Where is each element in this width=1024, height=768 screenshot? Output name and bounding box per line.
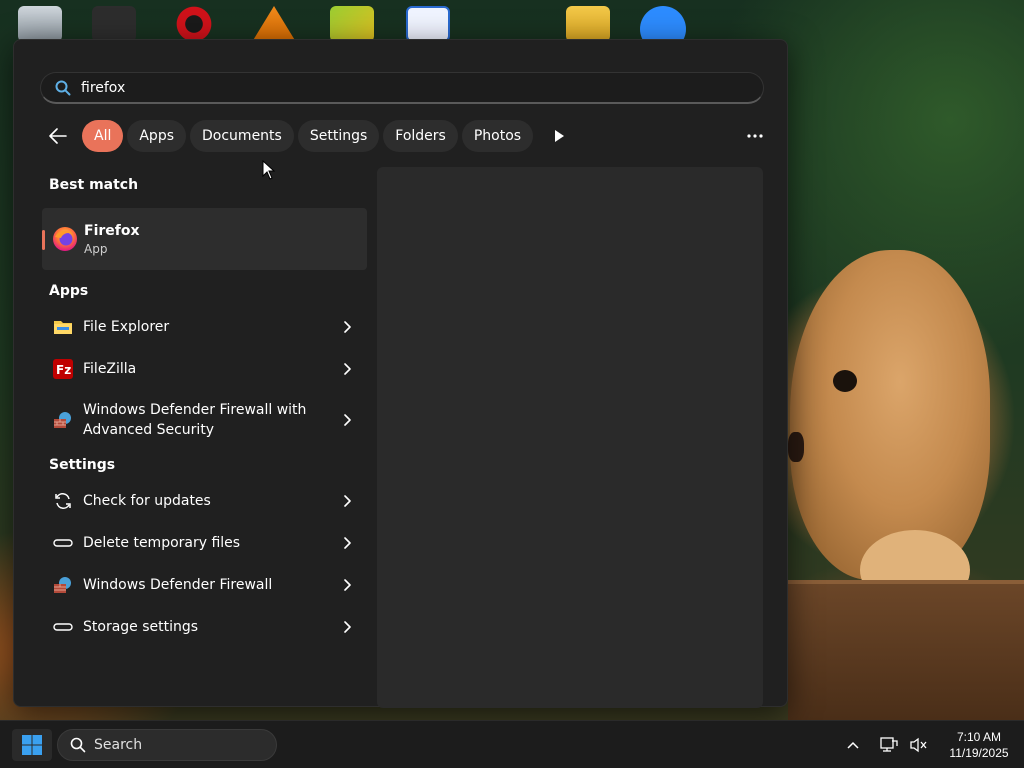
filter-chip-settings[interactable]: Settings xyxy=(297,120,380,152)
search-panel: All Apps Documents Settings Folders Phot… xyxy=(13,39,788,708)
wallpaper-crate xyxy=(788,580,1024,720)
result-label: Delete temporary files xyxy=(83,535,241,551)
recycle-bin-icon[interactable] xyxy=(18,6,62,42)
clock[interactable]: 7:10 AM 11/19/2025 xyxy=(934,729,1024,761)
mouse-cursor-icon xyxy=(262,159,276,184)
result-label: Windows Defender Firewall xyxy=(83,577,273,593)
taskbar-search-label: Search xyxy=(94,737,143,753)
search-icon xyxy=(70,737,86,753)
storage-icon xyxy=(52,616,74,638)
result-file-explorer[interactable]: File Explorer xyxy=(42,306,367,348)
best-match-name: Firefox xyxy=(84,222,140,239)
filter-chip-documents[interactable]: Documents xyxy=(190,120,294,152)
chevron-right-icon[interactable] xyxy=(335,537,359,549)
result-firewall-advanced[interactable]: Windows Defender Firewall with Advanced … xyxy=(42,390,367,450)
system-tray: 7:10 AM 11/19/2025 xyxy=(838,721,1024,768)
result-filezilla[interactable]: Fz FileZilla xyxy=(42,348,367,390)
apps-heading: Apps xyxy=(49,283,89,299)
folder-icon xyxy=(52,316,74,338)
wallpaper-dog-nose xyxy=(788,432,804,462)
chevron-right-icon[interactable] xyxy=(335,321,359,333)
more-options-icon[interactable] xyxy=(740,120,770,152)
taskbar-search-box[interactable]: Search xyxy=(57,729,277,761)
best-match-firefox[interactable]: Firefox App xyxy=(42,208,367,270)
speaker-muted-icon[interactable] xyxy=(906,732,932,758)
desktop-app-icon-2[interactable] xyxy=(330,6,374,42)
result-label: File Explorer xyxy=(83,319,170,335)
filter-chip-all[interactable]: All xyxy=(82,120,124,152)
desktop-app-icon-1[interactable] xyxy=(92,6,136,42)
result-windows-defender-firewall[interactable]: Windows Defender Firewall xyxy=(42,564,367,606)
chevron-right-icon[interactable] xyxy=(335,414,359,426)
firefox-icon xyxy=(52,226,78,252)
filezilla-icon: Fz xyxy=(52,358,74,380)
sync-icon xyxy=(52,490,74,512)
more-filters-play-icon[interactable] xyxy=(545,120,573,152)
best-match-heading: Best match xyxy=(49,177,139,193)
wallpaper-dog xyxy=(790,250,990,580)
firewall-advanced-icon xyxy=(52,409,74,431)
filter-bar: All Apps Documents Settings Folders Phot… xyxy=(40,120,770,152)
chevron-right-icon[interactable] xyxy=(335,495,359,507)
preview-pane xyxy=(377,167,763,708)
result-storage-settings[interactable]: Storage settings xyxy=(42,606,367,648)
filter-chip-folders[interactable]: Folders xyxy=(383,120,458,152)
back-arrow-icon[interactable] xyxy=(40,120,76,152)
windows-start-icon[interactable] xyxy=(12,729,52,761)
folder-desktop-icon[interactable] xyxy=(566,6,610,42)
result-label: Storage settings xyxy=(83,619,199,635)
storage-icon xyxy=(52,532,74,554)
search-icon xyxy=(53,78,73,98)
clock-time: 7:10 AM xyxy=(956,730,1002,744)
selection-accent xyxy=(42,230,45,250)
filter-chip-photos[interactable]: Photos xyxy=(461,120,534,152)
desktop-app-icon-3[interactable] xyxy=(406,6,450,42)
results-list: Best match Firefox App Apps File Explore… xyxy=(42,170,368,648)
chevron-right-icon[interactable] xyxy=(335,363,359,375)
network-icon[interactable] xyxy=(876,732,902,758)
best-match-type: App xyxy=(84,241,108,256)
svg-text:Fz: Fz xyxy=(56,363,71,377)
firewall-icon xyxy=(52,574,74,596)
chevron-right-icon[interactable] xyxy=(335,621,359,633)
result-label: FileZilla xyxy=(83,361,137,377)
clock-date: 11/19/2025 xyxy=(949,746,1009,760)
search-input[interactable] xyxy=(81,79,763,96)
search-box[interactable] xyxy=(40,72,764,104)
chevron-right-icon[interactable] xyxy=(335,579,359,591)
opera-icon[interactable] xyxy=(172,6,216,42)
result-label: Windows Defender Firewall with Advanced … xyxy=(83,402,307,438)
result-delete-temporary-files[interactable]: Delete temporary files xyxy=(42,522,367,564)
result-check-for-updates[interactable]: Check for updates xyxy=(42,480,367,522)
settings-heading: Settings xyxy=(49,457,116,473)
wallpaper-dog-eye xyxy=(833,370,857,392)
filter-chip-apps[interactable]: Apps xyxy=(127,120,187,152)
result-label: Check for updates xyxy=(83,493,211,509)
chevron-up-icon[interactable] xyxy=(840,732,866,758)
taskbar: Search 7:10 AM 11/19/2025 xyxy=(0,720,1024,768)
